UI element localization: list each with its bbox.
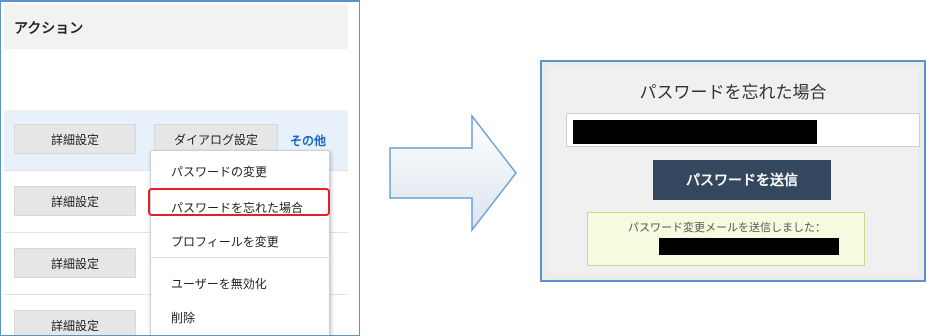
email-field[interactable] — [566, 113, 920, 147]
forgot-password-highlight — [148, 188, 330, 216]
menu-item-change-password[interactable]: パスワードの変更 — [151, 155, 329, 185]
menu-item-delete[interactable]: 削除 — [151, 301, 329, 331]
user-actions-panel: アクション 詳細設定 ダイアログ設定 その他 詳細設定 詳細設定 詳細設定 パス… — [0, 0, 360, 336]
forgot-password-title: パスワードを忘れた場合 — [639, 83, 827, 103]
detail-settings-button[interactable]: 詳細設定 — [14, 124, 136, 154]
menu-item-label: パスワードの変更 — [171, 165, 268, 179]
detail-settings-button[interactable]: 詳細設定 — [14, 310, 136, 335]
menu-item-label: 削除 — [171, 311, 196, 325]
success-message: パスワード変更メールを送信しました： — [628, 221, 826, 234]
menu-item-deactivate-user[interactable]: ユーザーを無効化 — [151, 267, 329, 297]
actions-header: アクション — [4, 4, 348, 49]
right-arrow-icon — [389, 114, 517, 232]
forgot-password-panel: パスワードを忘れた場合 パスワードを送信 パスワード変更メールを送信しました： — [540, 60, 926, 282]
other-actions-link[interactable]: その他 — [290, 132, 326, 149]
send-password-button[interactable]: パスワードを送信 — [653, 160, 831, 200]
other-actions-dropdown: パスワードの変更 パスワードを忘れた場合 プロフィールを変更 ユーザーを無効化 … — [150, 150, 330, 335]
redacted-email-value — [573, 120, 817, 144]
menu-item-label: プロフィールを変更 — [171, 235, 279, 249]
detail-settings-button[interactable]: 詳細設定 — [14, 248, 136, 278]
menu-item-label: ユーザーを無効化 — [171, 277, 267, 291]
actions-header-label: アクション — [14, 21, 84, 37]
forgot-password-form: パスワードを忘れた場合 パスワードを送信 パスワード変更メールを送信しました： — [548, 68, 920, 274]
success-message-box: パスワード変更メールを送信しました： — [587, 212, 865, 266]
detail-settings-button[interactable]: 詳細設定 — [14, 186, 136, 216]
menu-item-change-profile[interactable]: プロフィールを変更 — [151, 225, 329, 255]
redacted-email-address — [659, 238, 839, 255]
menu-divider — [151, 257, 329, 258]
